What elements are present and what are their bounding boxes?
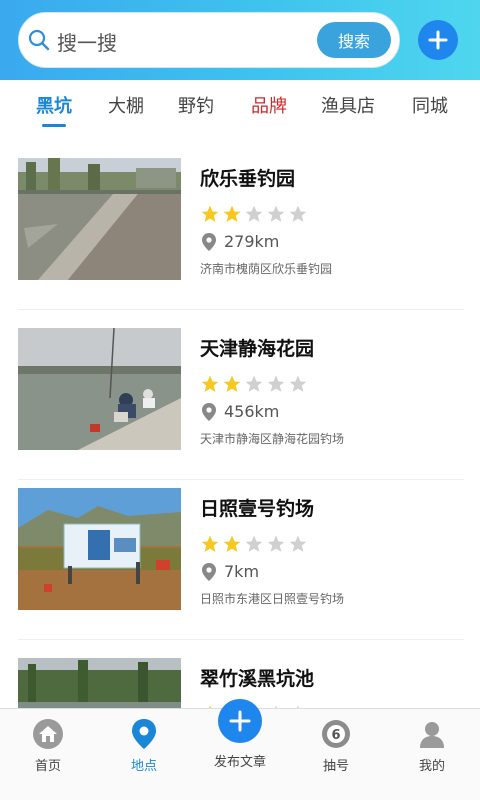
- list-item[interactable]: 日照壹号钓场 7km 日照市东港区日照壹号钓场: [18, 470, 464, 640]
- home-icon: [33, 719, 63, 749]
- publish-button[interactable]: [218, 699, 262, 743]
- nav-lottery-label: 抽号: [322, 759, 349, 774]
- list-item[interactable]: 翠竹溪黑坑池: [18, 640, 464, 708]
- spot-photo: [18, 658, 181, 708]
- nav-places-label: 地点: [130, 759, 157, 774]
- star-filled-icon: [201, 205, 219, 222]
- tab-dapeng[interactable]: 大棚: [108, 92, 144, 118]
- location-pin-icon: [202, 562, 216, 581]
- star-empty-icon: [267, 375, 285, 392]
- bottom-nav: 首页 地点 发布文章 6 抽号 我的: [0, 699, 480, 800]
- nav-publish-label[interactable]: 发布文章: [200, 751, 280, 770]
- nav-home[interactable]: 首页: [8, 719, 88, 774]
- star-empty-icon: [289, 375, 307, 392]
- tab-yediao[interactable]: 野钓: [178, 92, 214, 118]
- star-empty-icon: [245, 535, 263, 552]
- spot-name[interactable]: 翠竹溪黑坑池: [200, 664, 314, 691]
- search-icon: [28, 29, 50, 51]
- rating-stars: [200, 374, 308, 396]
- distance-value: 7km: [224, 562, 260, 581]
- location-pin-icon: [202, 402, 216, 421]
- spot-photo: [18, 328, 181, 450]
- search-button[interactable]: 搜索: [317, 22, 391, 58]
- tab-tongcheng[interactable]: 同城: [412, 92, 448, 118]
- star-empty-icon: [267, 535, 285, 552]
- spot-address: 日照市东港区日照壹号钓场: [200, 592, 345, 606]
- list-item[interactable]: 欣乐垂钓园 279km 济南市槐荫区欣乐垂钓园: [18, 140, 464, 310]
- distance-value: 279km: [224, 232, 280, 251]
- spot-address: 济南市槐荫区欣乐垂钓园: [200, 262, 333, 276]
- spot-list[interactable]: 欣乐垂钓园 279km 济南市槐荫区欣乐垂钓园 天津静海花园 456km 天津市…: [0, 140, 480, 708]
- tab-heikeng[interactable]: 黑坑: [36, 92, 72, 118]
- location-pin-icon: [202, 232, 216, 251]
- active-tab-indicator: [42, 124, 66, 127]
- distance: 279km: [202, 232, 279, 251]
- star-filled-icon: [223, 535, 241, 552]
- rating-stars: [200, 204, 308, 226]
- star-filled-icon: [223, 205, 241, 222]
- star-empty-icon: [289, 535, 307, 552]
- nav-mine[interactable]: 我的: [392, 719, 472, 774]
- star-empty-icon: [267, 205, 285, 222]
- header-bar: 搜一搜 搜索: [0, 0, 480, 80]
- tab-pinpai[interactable]: 品牌: [251, 92, 287, 118]
- svg-text:6: 6: [331, 728, 340, 743]
- spot-name[interactable]: 日照壹号钓场: [200, 494, 314, 521]
- spot-name[interactable]: 天津静海花园: [200, 334, 314, 361]
- category-tabs: 黑坑 大棚 野钓 品牌 渔具店 同城: [0, 80, 480, 130]
- plus-icon: [229, 710, 251, 732]
- nav-home-label: 首页: [34, 759, 61, 774]
- star-empty-icon: [245, 205, 263, 222]
- star-filled-icon: [201, 535, 219, 552]
- nav-places[interactable]: 地点: [104, 719, 184, 774]
- spot-photo: [18, 158, 181, 280]
- tab-yujudian[interactable]: 渔具店: [321, 92, 375, 118]
- spot-name[interactable]: 欣乐垂钓园: [200, 164, 295, 191]
- star-filled-icon: [201, 375, 219, 392]
- user-icon: [420, 722, 444, 748]
- spot-address: 天津市静海区静海花园钓场: [200, 432, 345, 446]
- nav-lottery[interactable]: 6 抽号: [296, 719, 376, 774]
- plus-icon: [428, 30, 448, 50]
- nav-mine-label: 我的: [418, 759, 445, 774]
- search-input[interactable]: 搜一搜 搜索: [18, 12, 400, 68]
- list-item[interactable]: 天津静海花园 456km 天津市静海区静海花园钓场: [18, 310, 464, 480]
- rating-stars: [200, 534, 308, 556]
- distance: 7km: [202, 562, 259, 581]
- search-placeholder: 搜一搜: [57, 31, 117, 55]
- location-pin-icon: [132, 719, 156, 749]
- star-empty-icon: [245, 375, 263, 392]
- distance: 456km: [202, 402, 279, 421]
- lottery-ball-icon: 6: [322, 720, 350, 748]
- star-filled-icon: [223, 375, 241, 392]
- distance-value: 456km: [224, 402, 280, 421]
- spot-photo: [18, 488, 181, 610]
- add-button[interactable]: [418, 20, 458, 60]
- star-empty-icon: [289, 205, 307, 222]
